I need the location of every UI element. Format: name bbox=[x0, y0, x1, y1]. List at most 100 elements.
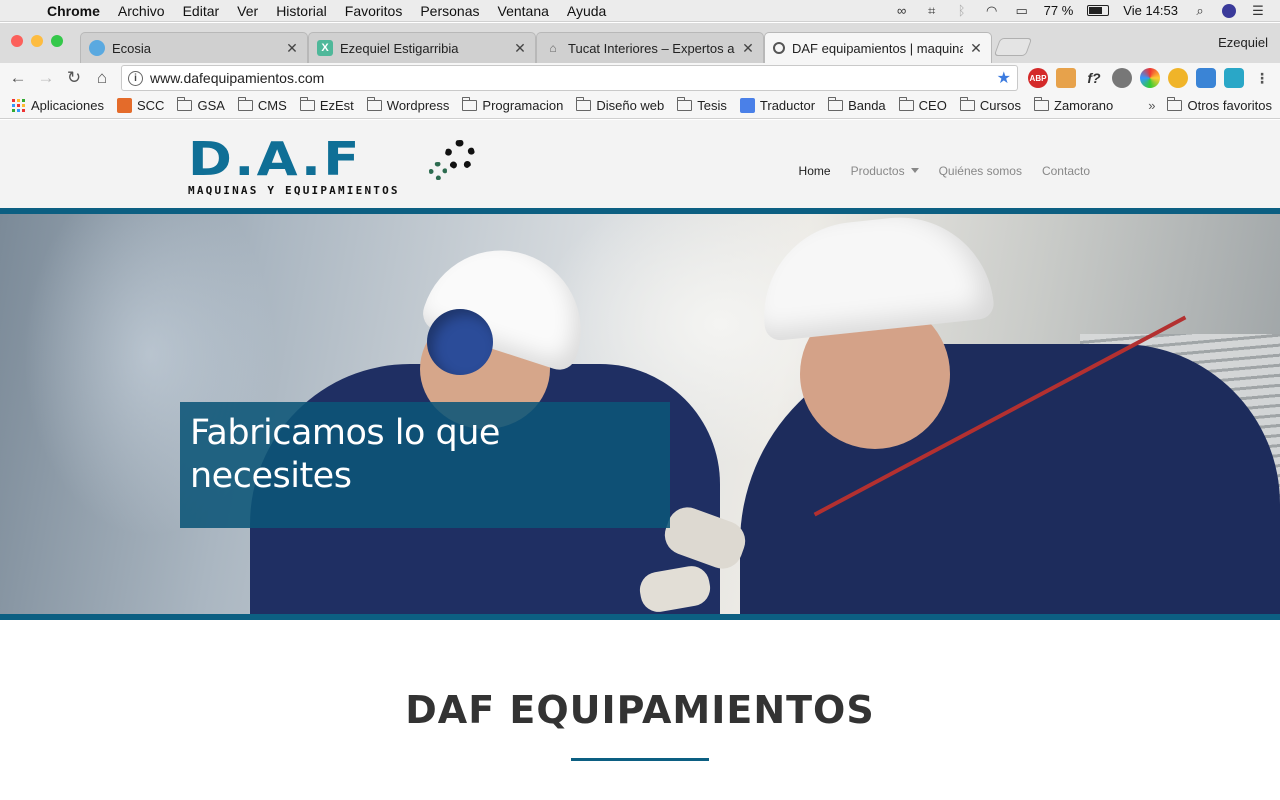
battery-icon[interactable] bbox=[1087, 5, 1110, 16]
folder-icon bbox=[1167, 97, 1183, 111]
tab-ezequiel[interactable]: X Ezequiel Estigarribia ✕ bbox=[308, 32, 536, 63]
bookmark-ezest[interactable]: EzEst bbox=[299, 97, 354, 113]
home-icon[interactable]: ⌂ bbox=[88, 68, 116, 88]
bookmark-cursos[interactable]: Cursos bbox=[959, 97, 1022, 113]
profile-button[interactable]: Ezequiel bbox=[1218, 35, 1268, 50]
browser-toolbar: ← → ↻ ⌂ i www.dafequipamientos.com ★ ABP… bbox=[0, 63, 1280, 93]
menubar-clock[interactable]: Vie 14:53 bbox=[1123, 3, 1178, 18]
bookmark-ceo[interactable]: CEO bbox=[898, 97, 947, 113]
bookmark-gsa[interactable]: GSA bbox=[177, 97, 225, 113]
bookmark-tesis[interactable]: Tesis bbox=[677, 97, 727, 113]
bookmark-diseno-web[interactable]: Diseño web bbox=[576, 97, 664, 113]
bookmark-aplicaciones[interactable]: Aplicaciones bbox=[12, 98, 104, 113]
bookmark-label: CEO bbox=[918, 98, 947, 113]
address-bar[interactable]: i www.dafequipamientos.com ★ bbox=[121, 65, 1018, 91]
menu-archivo[interactable]: Archivo bbox=[109, 3, 174, 19]
wifi-icon[interactable]: ◠ bbox=[984, 3, 1000, 18]
menu-favoritos[interactable]: Favoritos bbox=[336, 3, 412, 19]
menu-personas[interactable]: Personas bbox=[411, 3, 488, 19]
download-extension-icon[interactable] bbox=[1196, 68, 1216, 88]
tab-tucat[interactable]: ⌂ Tucat Interiores – Expertos a m ✕ bbox=[536, 32, 764, 63]
site-nav: Home Productos Quiénes somos Contacto bbox=[799, 164, 1090, 178]
other-bookmarks[interactable]: Otros favoritos bbox=[1187, 98, 1272, 113]
font-finder-icon[interactable]: f? bbox=[1084, 68, 1104, 88]
notification-center-icon[interactable]: ☰ bbox=[1250, 3, 1266, 18]
folder-icon bbox=[898, 97, 914, 111]
url-text[interactable]: www.dafequipamientos.com bbox=[150, 70, 324, 86]
close-tab-icon[interactable]: ✕ bbox=[741, 40, 755, 57]
bookmark-label: Cursos bbox=[979, 98, 1022, 113]
folder-icon bbox=[959, 97, 975, 111]
close-tab-icon[interactable]: ✕ bbox=[969, 40, 983, 57]
folder-icon bbox=[462, 97, 478, 111]
menu-app-name[interactable]: Chrome bbox=[38, 3, 109, 19]
chrome-menu-icon[interactable]: ⋮ bbox=[1252, 68, 1272, 88]
battery-percent[interactable]: 77 % bbox=[1044, 3, 1074, 18]
bookmark-scc[interactable]: SCC bbox=[117, 98, 164, 113]
new-tab-button[interactable] bbox=[993, 38, 1033, 56]
back-arrow-icon[interactable]: ← bbox=[4, 68, 32, 88]
nav-productos[interactable]: Productos bbox=[851, 164, 919, 178]
ear-protector bbox=[427, 309, 493, 375]
spotlight-search-icon[interactable]: ⌕ bbox=[1192, 3, 1208, 18]
web-page: D.A.F MAQUINAS Y EQUIPAMIENTOS Home Prod… bbox=[0, 120, 1280, 800]
extension-orange-icon[interactable] bbox=[1056, 68, 1076, 88]
close-window-button[interactable] bbox=[11, 35, 23, 47]
daf-logo[interactable]: D.A.F MAQUINAS Y EQUIPAMIENTOS bbox=[188, 136, 488, 202]
color-picker-icon[interactable] bbox=[1140, 68, 1160, 88]
ecosia-favicon-icon bbox=[89, 40, 105, 56]
nav-quienes-somos[interactable]: Quiénes somos bbox=[939, 164, 1022, 178]
bookmark-label: Banda bbox=[848, 98, 886, 113]
adblock-plus-icon[interactable]: ABP bbox=[1028, 68, 1048, 88]
bookmark-zamorano[interactable]: Zamorano bbox=[1034, 97, 1113, 113]
tab-daf[interactable]: DAF equipamientos | maquinas ✕ bbox=[764, 32, 992, 63]
extension-teal-icon[interactable] bbox=[1224, 68, 1244, 88]
x-favicon-icon: X bbox=[317, 40, 333, 56]
menu-ayuda[interactable]: Ayuda bbox=[558, 3, 615, 19]
hero-line-1: Fabricamos lo que bbox=[190, 413, 500, 453]
screenshot-icon[interactable]: ⌗ bbox=[924, 3, 940, 18]
folder-icon bbox=[366, 97, 382, 111]
zoom-window-button[interactable] bbox=[51, 35, 63, 47]
creative-cloud-icon[interactable]: ∞ bbox=[894, 3, 910, 18]
hero-line-2: necesites bbox=[190, 456, 352, 496]
site-info-icon[interactable]: i bbox=[128, 70, 143, 86]
section-title: DAF EQUIPAMIENTOS bbox=[405, 688, 875, 732]
nav-home[interactable]: Home bbox=[799, 164, 831, 178]
minimize-window-button[interactable] bbox=[31, 35, 43, 47]
bookmark-wordpress[interactable]: Wordpress bbox=[366, 97, 449, 113]
bookmark-traductor[interactable]: Traductor bbox=[739, 98, 816, 113]
nav-contacto[interactable]: Contacto bbox=[1042, 164, 1090, 178]
bookmark-banda[interactable]: Banda bbox=[828, 97, 886, 113]
bookmarks-overflow-button[interactable]: » bbox=[1148, 98, 1155, 113]
bookmark-label: SCC bbox=[137, 98, 165, 113]
scc-favicon-icon bbox=[117, 98, 132, 113]
bookmark-star-icon[interactable]: ★ bbox=[997, 68, 1011, 88]
bookmark-label: Programacion bbox=[482, 98, 564, 113]
folder-icon bbox=[828, 97, 844, 111]
small-gear-icon bbox=[429, 162, 447, 180]
bluetooth-icon[interactable]: ᛒ bbox=[954, 3, 970, 18]
gear-icon bbox=[445, 140, 475, 170]
forward-arrow-icon[interactable]: → bbox=[32, 68, 60, 88]
settings-extension-icon[interactable] bbox=[1112, 68, 1132, 88]
tab-ecosia[interactable]: Ecosia ✕ bbox=[80, 32, 308, 63]
menu-ventana[interactable]: Ventana bbox=[489, 3, 558, 19]
bookmark-cms[interactable]: CMS bbox=[237, 97, 287, 113]
extension-yellow-icon[interactable] bbox=[1168, 68, 1188, 88]
menu-editar[interactable]: Editar bbox=[174, 3, 229, 19]
battery-level bbox=[1089, 7, 1103, 14]
close-tab-icon[interactable]: ✕ bbox=[513, 40, 527, 57]
folder-icon bbox=[177, 97, 193, 111]
bookmark-label: Tesis bbox=[697, 98, 727, 113]
close-tab-icon[interactable]: ✕ bbox=[285, 40, 299, 57]
bookmark-programacion[interactable]: Programacion bbox=[462, 97, 564, 113]
bookmark-label: EzEst bbox=[319, 98, 354, 113]
bookmark-label: Traductor bbox=[759, 98, 816, 113]
airplay-icon[interactable]: ▭ bbox=[1014, 3, 1030, 18]
reload-icon[interactable]: ↻ bbox=[60, 68, 88, 88]
logo-letters: D.A.F bbox=[188, 132, 362, 186]
menu-ver[interactable]: Ver bbox=[228, 3, 267, 19]
menu-historial[interactable]: Historial bbox=[267, 3, 336, 19]
siri-icon[interactable] bbox=[1222, 3, 1236, 18]
